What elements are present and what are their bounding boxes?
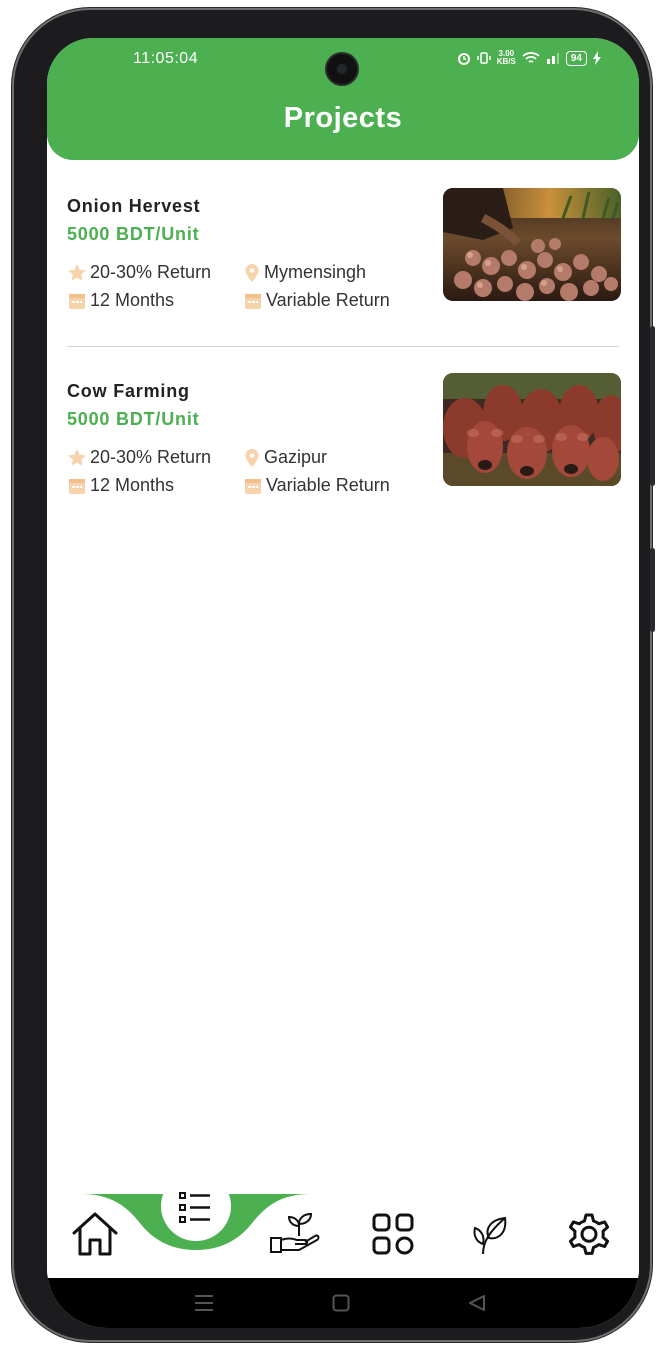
leaf-icon [473,1216,507,1255]
list-icon [179,1192,210,1223]
wifi-icon [522,52,540,63]
app-screen: 11:05:04 3.00 KB/S 94 Projects Onion Her… [47,38,639,1328]
return-rate: 20-30% Return [67,447,211,468]
calendar-icon [245,293,261,309]
location-pin-icon [245,448,259,467]
battery-indicator: 94 [565,50,587,66]
power-button [650,548,655,632]
return-rate: 20-30% Return [67,262,211,283]
project-price: 5000 BDT/Unit [67,224,200,244]
nav-home[interactable] [67,1206,123,1262]
vibrate-icon [477,52,491,64]
duration: 12 Months [67,290,174,311]
project-price: 5000 BDT/Unit [67,409,200,429]
duration-text: 12 Months [90,475,175,495]
return-type: Variable Return [243,475,390,496]
location-text: Gazipur [264,447,328,467]
nav-categories[interactable] [365,1206,421,1262]
menu-icon[interactable] [194,1294,214,1312]
location-text: Mymensingh [264,262,367,282]
return-type-text: Variable Return [266,290,390,310]
app-header: 11:05:04 3.00 KB/S 94 Projects [47,38,639,160]
bottom-nav [47,1176,639,1276]
square-icon[interactable] [332,1294,350,1312]
duration: 12 Months [67,475,174,496]
duration-text: 12 Months [90,290,175,310]
location: Gazipur [243,447,327,468]
onion-harvest-image [443,188,621,301]
return-type-text: Variable Return [266,475,390,495]
volume-button [650,326,655,486]
alarm-icon [457,53,470,65]
nav-settings[interactable] [561,1206,617,1262]
calendar-icon [245,478,261,494]
nav-invest[interactable] [267,1206,323,1262]
location: Mymensingh [243,262,366,283]
return-rate-text: 20-30% Return [90,262,212,282]
project-card-cow[interactable]: Cow Farming 5000 BDT/Unit 20-30% Return … [67,373,621,511]
project-title: Cow Farming [67,381,190,401]
divider [67,346,619,347]
nav-projects[interactable] [167,1180,223,1236]
calendar-icon [69,478,85,494]
return-type: Variable Return [243,290,390,311]
status-time: 11:05:04 [133,50,199,67]
location-pin-icon [245,263,259,282]
home-icon [72,1212,118,1256]
page-title: Projects [283,102,403,134]
calendar-icon [69,293,85,309]
hand-plant-icon [270,1212,320,1253]
back-icon[interactable] [468,1294,486,1312]
front-camera [327,54,357,84]
project-card-onion[interactable]: Onion Hervest 5000 BDT/Unit 20-30% Retur… [67,188,621,326]
nav-eco[interactable] [463,1206,519,1262]
return-rate-text: 20-30% Return [90,447,212,467]
project-title: Onion Hervest [67,196,201,216]
gear-icon [568,1213,610,1255]
star-icon [68,263,86,281]
network-speed-unit: KB/S [496,57,516,66]
signal-icon [546,53,559,64]
charging-icon [593,51,601,65]
star-icon [68,448,86,466]
cow-farming-image [443,373,621,486]
network-speed: 3.00 KB/S [497,50,516,66]
status-icons: 3.00 KB/S 94 [457,50,601,66]
grid-icon [372,1213,414,1255]
phone-frame: 11:05:04 3.00 KB/S 94 Projects Onion Her… [12,8,655,1342]
system-nav-bar [47,1278,639,1328]
